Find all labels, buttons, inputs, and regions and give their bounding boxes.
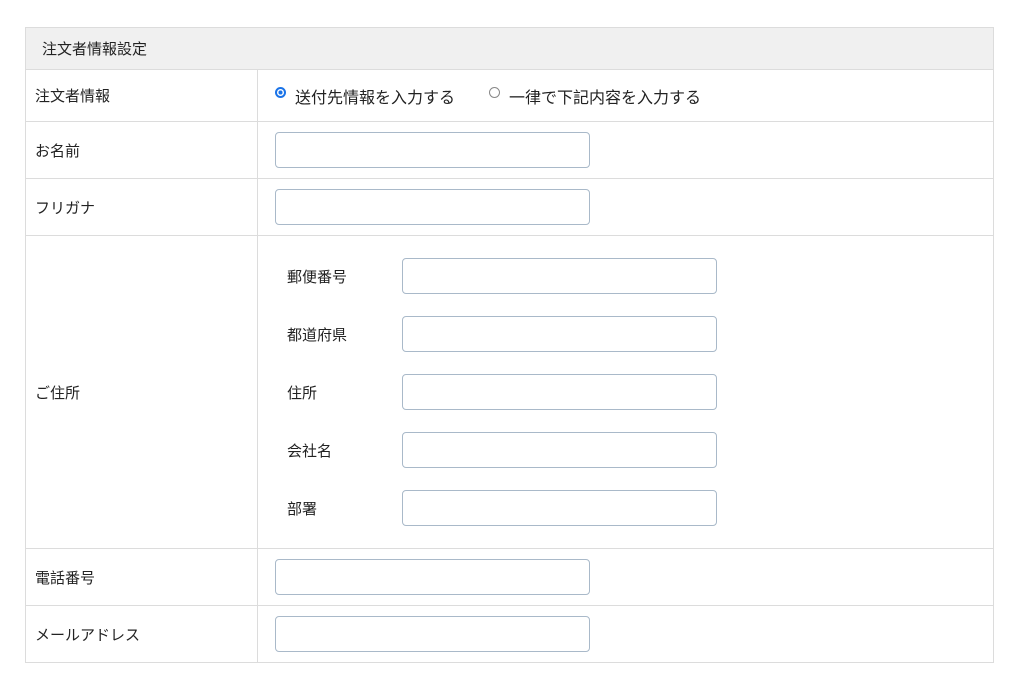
name-field-cell	[258, 122, 993, 178]
radio-use-shipping-info[interactable]: 送付先情報を入力する	[275, 84, 455, 108]
email-input[interactable]	[275, 616, 590, 652]
orderer-settings-form: 注文者情報設定 注文者情報 送付先情報を入力する 一律で下記内容を入力する お名…	[25, 27, 994, 663]
department-line: 部署	[287, 490, 993, 526]
postal-code-line: 郵便番号	[287, 258, 993, 294]
radio-uniform-input-label: 一律で下記内容を入力する	[509, 87, 702, 107]
name-input[interactable]	[275, 132, 590, 168]
orderer-info-label: 注文者情報	[26, 70, 258, 121]
section-title: 注文者情報設定	[42, 40, 148, 58]
row-orderer-info: 注文者情報 送付先情報を入力する 一律で下記内容を入力する	[26, 70, 993, 122]
furigana-label: フリガナ	[26, 179, 258, 235]
section-header: 注文者情報設定	[26, 28, 993, 70]
address-label: ご住所	[26, 236, 258, 548]
row-email: メールアドレス	[26, 606, 993, 662]
email-label: メールアドレス	[26, 606, 258, 662]
street-address-label: 住所	[287, 383, 318, 402]
radio-checked-icon[interactable]	[275, 87, 286, 98]
orderer-info-options: 送付先情報を入力する 一律で下記内容を入力する	[258, 70, 993, 121]
phone-input[interactable]	[275, 559, 590, 595]
prefecture-line: 都道府県	[287, 316, 993, 352]
street-address-input[interactable]	[402, 374, 717, 410]
company-name-input[interactable]	[402, 432, 717, 468]
name-label: お名前	[26, 122, 258, 178]
furigana-input[interactable]	[275, 189, 590, 225]
row-furigana: フリガナ	[26, 179, 993, 236]
email-field-cell	[258, 606, 993, 662]
address-fields: 郵便番号 都道府県 住所 会社名 部署	[258, 236, 993, 548]
radio-unchecked-icon[interactable]	[489, 87, 501, 98]
prefecture-input[interactable]	[402, 316, 717, 352]
department-input[interactable]	[402, 490, 717, 526]
company-name-label: 会社名	[287, 441, 333, 460]
row-address: ご住所 郵便番号 都道府県 住所 会社名 部署	[26, 236, 993, 549]
postal-code-label: 郵便番号	[287, 267, 348, 286]
prefecture-label: 都道府県	[287, 325, 348, 344]
row-phone: 電話番号	[26, 549, 993, 606]
postal-code-input[interactable]	[402, 258, 717, 294]
radio-uniform-input[interactable]: 一律で下記内容を入力する	[489, 84, 701, 108]
phone-field-cell	[258, 549, 993, 605]
radio-use-shipping-info-label: 送付先情報を入力する	[295, 87, 456, 107]
department-label: 部署	[287, 499, 318, 518]
company-name-line: 会社名	[287, 432, 993, 468]
furigana-field-cell	[258, 179, 993, 235]
phone-label: 電話番号	[26, 549, 258, 605]
street-address-line: 住所	[287, 374, 993, 410]
row-name: お名前	[26, 122, 993, 179]
